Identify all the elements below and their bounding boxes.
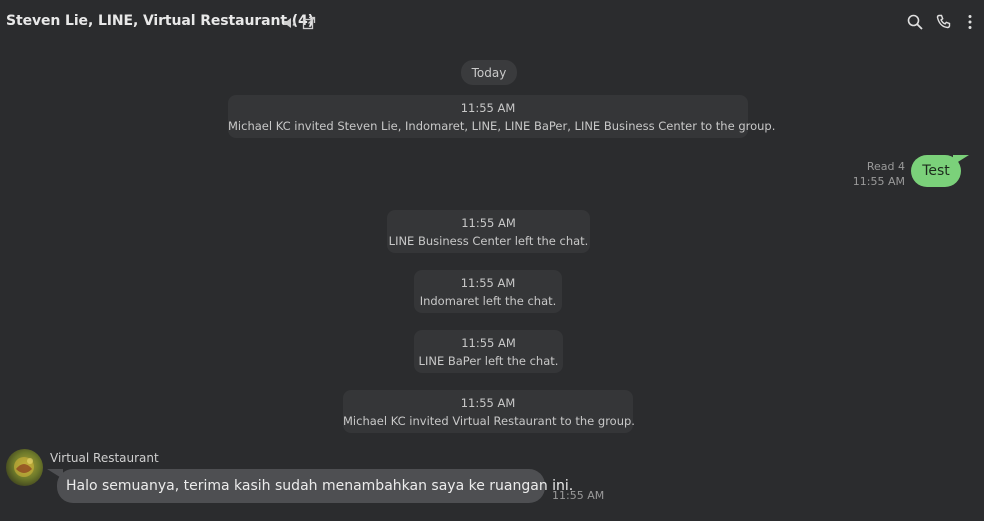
system-message: 11:55 AM Michael KC invited Virtual Rest… [343,390,635,433]
system-message-time: 11:55 AM [460,396,516,410]
system-message-text: LINE Business Center left the chat. [388,234,589,248]
read-receipt: Read 4 [866,160,905,173]
outgoing-message-bubble[interactable]: Test [911,155,961,187]
phone-icon[interactable] [936,14,952,30]
sender-name[interactable]: Virtual Restaurant [50,451,159,465]
date-separator: Today [461,60,517,85]
search-icon[interactable] [907,14,923,30]
system-message-text: Michael KC invited Steven Lie, Indomaret… [228,119,776,133]
system-message-text: Michael KC invited Virtual Restaurant to… [343,414,635,428]
speaker-icon[interactable] [283,15,297,29]
outgoing-time: 11:55 AM [852,175,905,188]
system-message-text: Indomaret left the chat. [419,294,557,308]
system-message-text: LINE BaPer left the chat. [418,354,559,368]
system-message: 11:55 AM Michael KC invited Steven Lie, … [228,95,776,138]
system-message: 11:55 AM LINE Business Center left the c… [387,210,590,253]
incoming-message-bubble[interactable]: Halo semuanya, terima kasih sudah menamb… [57,469,573,503]
outgoing-meta: Read 4 11:55 AM [853,159,905,189]
chat-title[interactable]: Steven Lie, LINE, Virtual Restaurant (4) [6,13,314,29]
system-message-time: 11:55 AM [460,101,516,115]
system-message-time: 11:55 AM [461,336,516,350]
popout-icon[interactable] [302,15,316,30]
chat-header: Steven Lie, LINE, Virtual Restaurant (4) [0,0,984,44]
system-message-time: 11:55 AM [461,216,516,230]
avatar[interactable] [6,449,43,486]
incoming-time: 11:55 AM [552,489,605,502]
more-icon[interactable] [962,14,978,30]
system-message: 11:55 AM LINE BaPer left the chat. [414,330,563,373]
system-message: 11:55 AM Indomaret left the chat. [414,270,562,313]
system-message-time: 11:55 AM [460,276,516,290]
